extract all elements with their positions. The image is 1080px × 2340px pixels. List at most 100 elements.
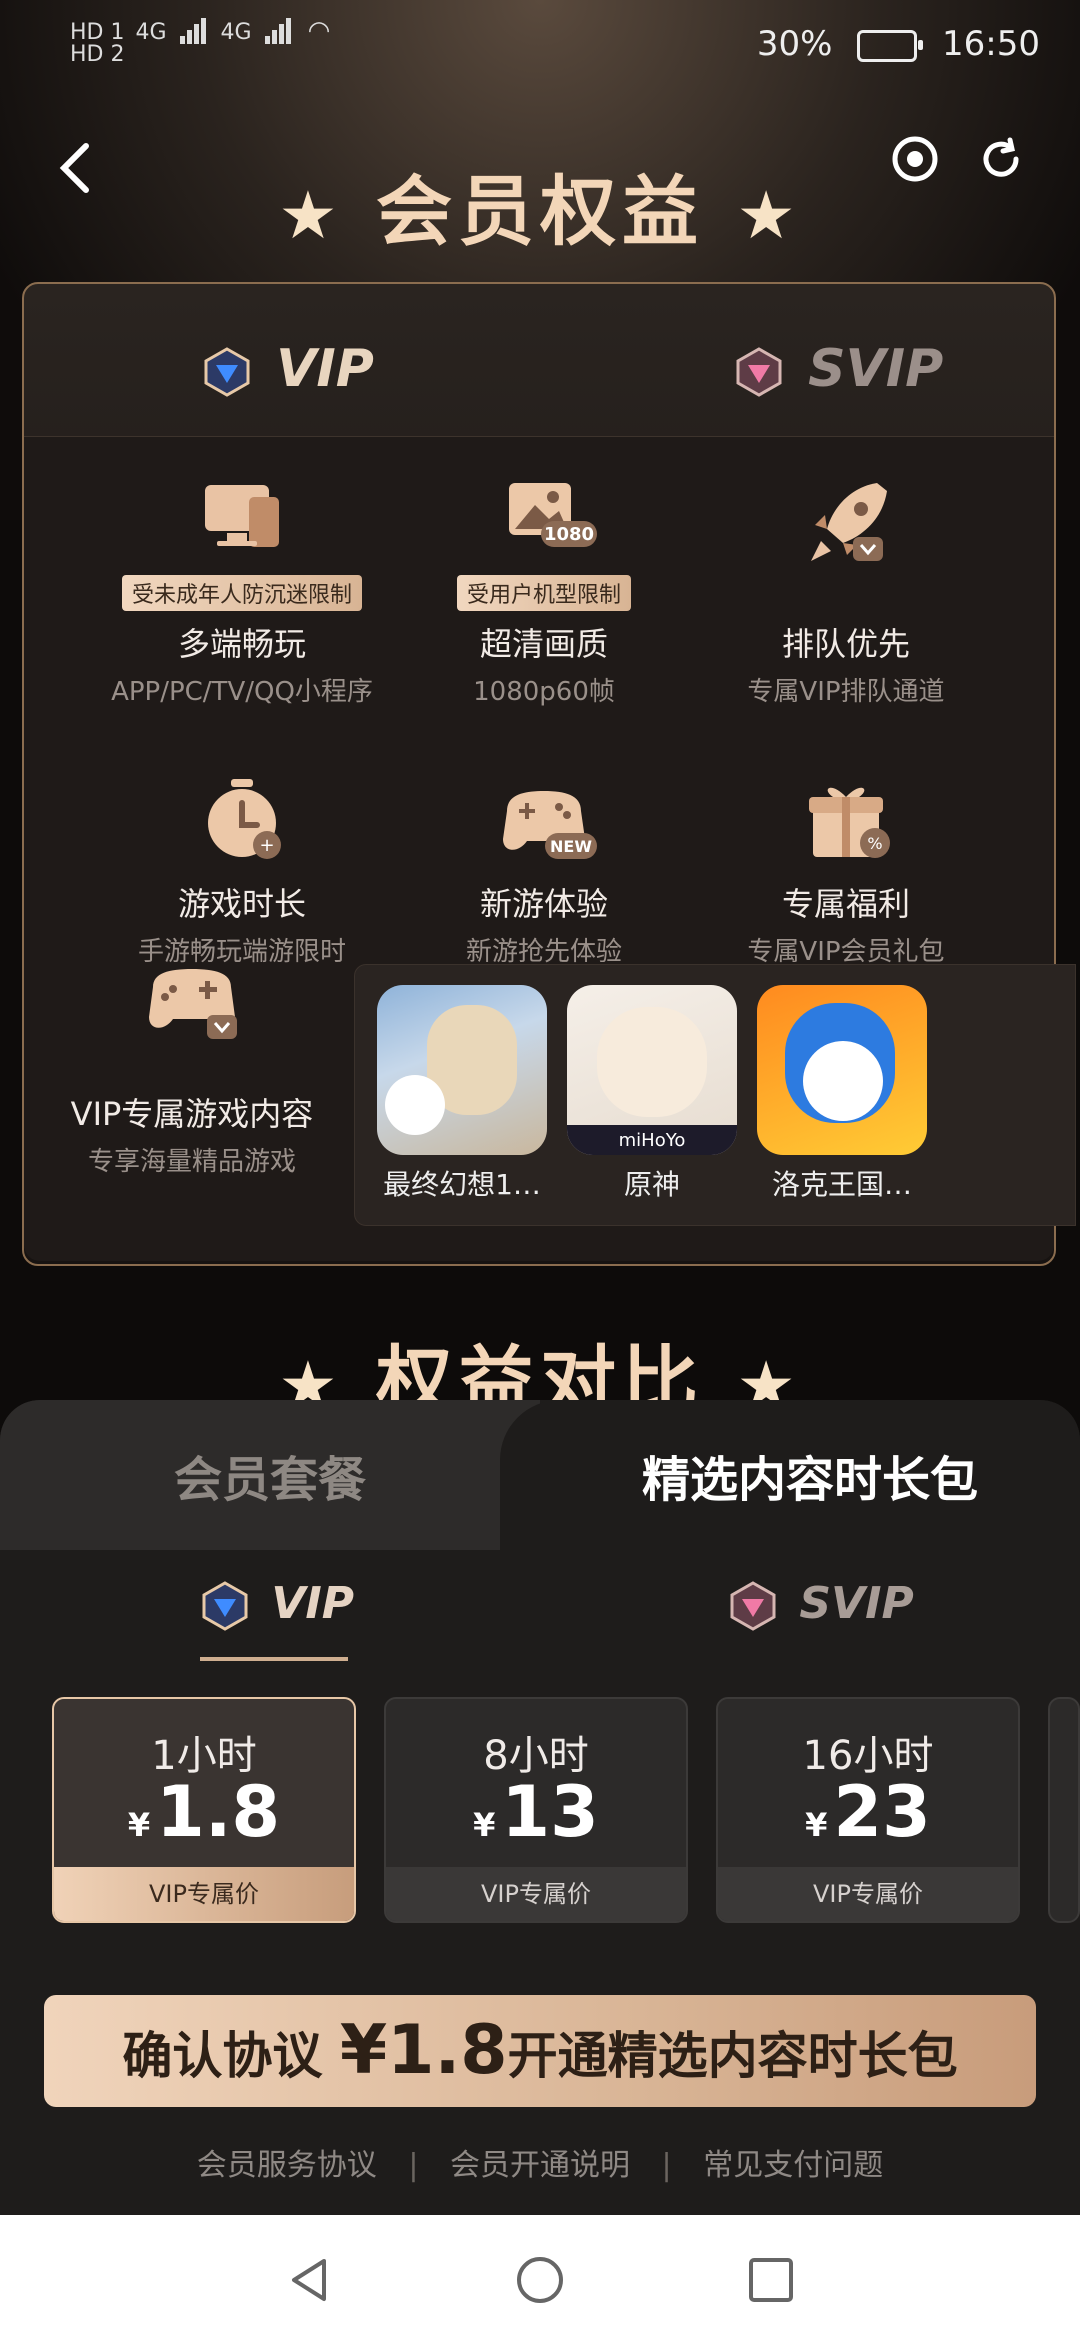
tab-vip[interactable]: VIP [202, 339, 374, 399]
benefit-title: 新游体验 [479, 885, 608, 923]
plan-tier-underline [200, 1657, 348, 1661]
game-name: 原神 [623, 1168, 680, 1201]
link-payment-faq[interactable]: 常见支付问题 [703, 2148, 883, 2183]
plan-price: ¥1.8 [54, 1771, 354, 1853]
benefit-tag: 受未成年人防沉迷限制 [121, 575, 362, 611]
benefits-card: VIP SVIP 受未成年人防沉迷限制 多端畅玩 APP/PC/TV/QQ小程序… [22, 282, 1076, 1266]
tab-svip-label: SVIP [808, 339, 944, 399]
svg-text:+: + [259, 835, 274, 856]
benefit-subtitle: 专属VIP排队通道 [747, 677, 945, 707]
game-name: 洛克王国… [771, 1168, 912, 1201]
purchase-sheet: 会员套餐 精选内容时长包 VIP SVIP 1小时 ¥1.8 VIP专属价 8小… [0, 1400, 1080, 2215]
network-type-1: 4G [135, 20, 167, 45]
tab-membership[interactable]: 会员套餐 [0, 1440, 540, 1510]
tab-svip[interactable]: SVIP [734, 339, 943, 399]
plan-price-value: 13 [501, 1771, 599, 1853]
game-item[interactable]: 最终幻想1… [377, 985, 547, 1203]
status-bar: HD 1 4G 4G ◠ HD 2 30% 16:50 [0, 0, 1080, 96]
confirm-amount: ¥1.8 [339, 2011, 508, 2090]
game-item[interactable]: 洛克王国… [757, 985, 927, 1203]
benefit-item: + 游戏时长 手游畅玩端游限时 [92, 777, 392, 968]
benefit-item: 排队优先 专属VIP排队通道 [696, 477, 996, 708]
plan-tier-svip-label: SVIP [799, 1578, 914, 1629]
new-badge: NEW [550, 837, 592, 856]
game-item[interactable]: miHoYo 原神 [567, 985, 737, 1203]
monitor-icon [205, 485, 279, 547]
plan-price-value: 23 [833, 1771, 931, 1853]
network-indicators: HD 1 4G 4G ◠ HD 2 [70, 18, 330, 66]
benefit-title: 排队优先 [781, 625, 910, 663]
nav-home-icon[interactable] [515, 2255, 565, 2305]
plan-card[interactable]: 8小时 ¥13 VIP专属价 [384, 1697, 688, 1923]
svip-gem-icon [736, 347, 782, 397]
game-cover-image: miHoYo [567, 985, 737, 1155]
benefit-subtitle: 专享海量精品游戏 [87, 1147, 296, 1177]
plan-card[interactable]: 1小时 ¥1.8 VIP专属价 [52, 1697, 356, 1923]
gamepad-new-icon: NEW [503, 791, 597, 859]
plan-tier-vip[interactable]: VIP [200, 1578, 354, 1631]
benefit-item: VIP专属游戏内容 专享海量精品游戏 [42, 957, 342, 1178]
benefit-subtitle: 专属VIP会员礼包 [747, 937, 945, 967]
svg-text:%: % [867, 834, 882, 853]
games-panel: 最终幻想1… miHoYo 原神 洛克王国… [354, 964, 1076, 1226]
plan-note: VIP专属价 [54, 1867, 354, 1921]
confirm-suffix: 开通精选内容时长包 [507, 2027, 958, 2085]
star-icon: ★ [278, 177, 344, 254]
benefit-title: VIP专属游戏内容 [70, 1095, 314, 1133]
plan-card[interactable]: 16小时 ¥23 VIP专属价 [716, 1697, 1020, 1923]
plan-note: VIP专属价 [386, 1867, 686, 1921]
game-logo: miHoYo [618, 1130, 686, 1151]
plan-card-partial[interactable] [1048, 1697, 1080, 1923]
benefit-title: 多端畅玩 [177, 625, 306, 663]
nav-back-icon[interactable] [284, 2255, 334, 2305]
currency-symbol: ¥ [127, 1806, 151, 1844]
currency-symbol: ¥ [805, 1806, 828, 1844]
image-badge: 1080 [544, 524, 594, 545]
link-activation-info[interactable]: 会员开通说明 [450, 2148, 630, 2183]
plan-tier-vip-label: VIP [271, 1578, 354, 1629]
gift-icon: % [809, 787, 890, 858]
benefit-title: 超清画质 [479, 625, 608, 663]
plan-price: ¥23 [718, 1771, 1018, 1853]
star-icon: ★ [736, 177, 802, 254]
currency-symbol: ¥ [473, 1806, 496, 1844]
wifi-icon: ◠ [307, 16, 331, 46]
confirm-purchase-button[interactable]: 确认协议 ¥1.8开通精选内容时长包 [44, 1995, 1036, 2107]
plan-price: ¥13 [386, 1771, 686, 1853]
plan-list: 1小时 ¥1.8 VIP专属价 8小时 ¥13 VIP专属价 16小时 ¥23 … [52, 1697, 1080, 1927]
battery-percent: 30% [756, 24, 833, 64]
tier-tabs: VIP SVIP [24, 284, 1054, 434]
svip-gem-icon [730, 1581, 776, 1631]
battery-icon [857, 29, 924, 62]
benefit-title: 专属福利 [781, 885, 910, 923]
game-cover-image [377, 985, 547, 1155]
signal-icon-2 [264, 18, 293, 44]
benefit-subtitle: 新游抢先体验 [465, 937, 622, 967]
benefit-item: % 专属福利 专属VIP会员礼包 [696, 777, 996, 968]
stopwatch-icon: + [208, 779, 281, 859]
link-service-agreement[interactable]: 会员服务协议 [197, 2148, 377, 2183]
benefit-subtitle: 1080p60帧 [473, 677, 615, 707]
network-type-2: 4G [220, 20, 252, 45]
link-separator: | [408, 2148, 419, 2183]
game-cover-image [757, 985, 927, 1155]
status-right: 30% 16:50 [757, 24, 1040, 64]
nav-recent-icon[interactable] [746, 2255, 796, 2305]
plan-tier-svip[interactable]: SVIP [728, 1578, 914, 1631]
benefit-subtitle: APP/PC/TV/QQ小程序 [111, 677, 373, 707]
page-title-text: 会员权益 [376, 167, 704, 256]
tab-vip-label: VIP [276, 339, 374, 399]
clock: 16:50 [942, 24, 1040, 64]
footer-links: 会员服务协议 | 会员开通说明 | 常见支付问题 [0, 2140, 1080, 2184]
tab-content-pack[interactable]: 精选内容时长包 [540, 1440, 1080, 1510]
system-nav-bar [0, 2215, 1080, 2340]
game-name: 最终幻想1… [383, 1168, 541, 1201]
benefit-item: NEW 新游体验 新游抢先体验 [394, 777, 694, 968]
signal-icon [179, 18, 208, 44]
hd-indicator-bottom: HD 2 [70, 42, 125, 67]
rocket-icon [811, 483, 887, 561]
benefit-tag: 受用户机型限制 [456, 575, 631, 611]
image-1080-icon: 1080 [509, 483, 597, 547]
vip-gem-icon [204, 347, 250, 397]
confirm-prefix: 确认协议 [122, 2027, 323, 2085]
